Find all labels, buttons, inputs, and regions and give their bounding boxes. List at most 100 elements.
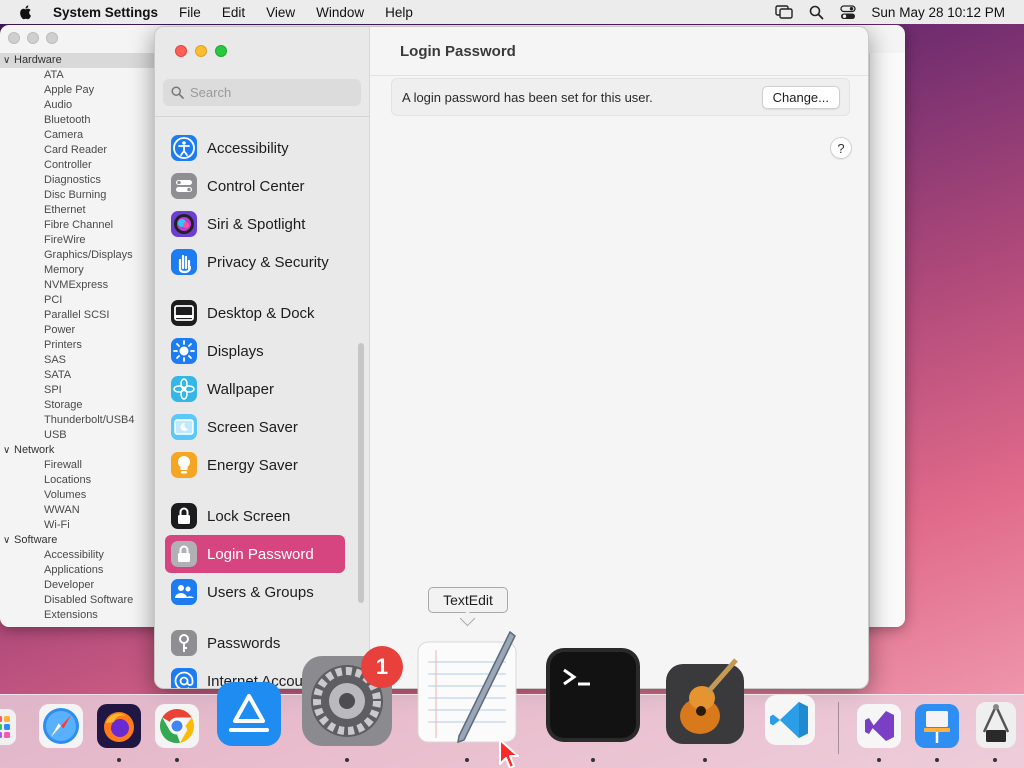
sysinfo-item[interactable]: Power xyxy=(0,323,155,338)
search-input[interactable] xyxy=(190,85,350,100)
sysinfo-item[interactable]: Disabled Software xyxy=(0,593,155,608)
sidebar-item-wallpaper[interactable]: Wallpaper xyxy=(165,370,345,408)
sidebar-item-users-groups[interactable]: Users & Groups xyxy=(165,573,345,611)
sysinfo-category-hardware[interactable]: ∨ Hardware xyxy=(0,53,155,68)
sysinfo-item[interactable]: Parallel SCSI xyxy=(0,308,155,323)
vscode-icon xyxy=(765,695,815,745)
sysinfo-item[interactable]: ATA xyxy=(0,68,155,83)
sysinfo-item[interactable]: Developer xyxy=(0,578,155,593)
sidebar-item-control-center[interactable]: Control Center xyxy=(165,167,345,205)
dock-app-firefox[interactable] xyxy=(96,703,142,749)
dock-app-terminal[interactable] xyxy=(544,646,642,744)
sysinfo-item[interactable]: Memory xyxy=(0,263,155,278)
sysinfo-item[interactable]: Applications xyxy=(0,563,155,578)
sysinfo-item[interactable]: Firewall xyxy=(0,458,155,473)
running-indicator-system-information xyxy=(993,758,997,762)
sysinfo-item[interactable]: Controller xyxy=(0,158,155,173)
screen-mirroring-icon[interactable] xyxy=(775,3,794,21)
sysinfo-item[interactable]: Printers xyxy=(0,338,155,353)
dock-app-textedit[interactable] xyxy=(414,630,520,746)
sidebar-item-screen-saver[interactable]: Screen Saver xyxy=(165,408,345,446)
sysinfo-item[interactable]: Storage xyxy=(0,398,155,413)
sysinfo-item[interactable]: Bluetooth xyxy=(0,113,155,128)
dock-app-system-information[interactable] xyxy=(972,700,1020,750)
change-password-button[interactable]: Change... xyxy=(761,85,840,109)
sidebar-item-siri-spotlight[interactable]: Siri & Spotlight xyxy=(165,205,345,243)
sysinfo-category-label: Hardware xyxy=(14,54,62,66)
key-icon xyxy=(171,630,197,656)
sysinfo-item[interactable]: Accessibility xyxy=(0,548,155,563)
menu-help[interactable]: Help xyxy=(385,5,413,20)
sidebar-item-energy-saver[interactable]: Energy Saver xyxy=(165,446,345,484)
sysinfo-item[interactable]: FireWire xyxy=(0,233,155,248)
sysinfo-item[interactable]: USB xyxy=(0,428,155,443)
menu-clock[interactable]: Sun May 28 10:12 PM xyxy=(871,5,1005,20)
sysinfo-item[interactable]: Audio xyxy=(0,98,155,113)
sysinfo-category-tree: ∨ Hardware ATA Apple Pay Audio Bluetooth Camer… xyxy=(0,53,155,623)
chevron-down-icon[interactable]: ∨ xyxy=(3,443,10,458)
sidebar-item-accessibility[interactable]: Accessibility xyxy=(165,129,345,167)
dock-app-vscode[interactable] xyxy=(764,694,816,746)
sysinfo-item[interactable]: Thunderbolt/USB4 xyxy=(0,413,155,428)
dock-app-chrome[interactable] xyxy=(154,703,200,749)
help-button[interactable]: ? xyxy=(830,137,852,159)
sysinfo-item[interactable]: Ethernet xyxy=(0,203,155,218)
sidebar-item-displays[interactable]: Displays xyxy=(165,332,345,370)
sysinfo-item[interactable]: Camera xyxy=(0,128,155,143)
dock-app-keynote[interactable] xyxy=(914,703,960,749)
menu-view[interactable]: View xyxy=(266,5,295,20)
garageband-icon xyxy=(666,658,744,744)
search-field[interactable] xyxy=(163,79,361,106)
sidebar-scrollbar[interactable] xyxy=(358,343,364,603)
sidebar-item-login-password[interactable]: Login Password xyxy=(165,535,345,573)
sysinfo-item[interactable]: WWAN xyxy=(0,503,155,518)
sysinfo-item[interactable]: Fibre Channel xyxy=(0,218,155,233)
spotlight-search-icon[interactable] xyxy=(807,3,825,21)
sidebar-item-privacy-security[interactable]: Privacy & Security xyxy=(165,243,345,281)
sysinfo-category-software[interactable]: ∨ Software xyxy=(0,533,155,548)
dock-app-app-store[interactable] xyxy=(214,680,284,748)
sysinfo-close-button[interactable] xyxy=(8,32,20,44)
sysinfo-item[interactable]: SPI xyxy=(0,383,155,398)
menu-edit[interactable]: Edit xyxy=(222,5,245,20)
sysinfo-item[interactable]: Graphics/Displays xyxy=(0,248,155,263)
zoom-button[interactable] xyxy=(215,45,227,57)
menu-window[interactable]: Window xyxy=(316,5,364,20)
menu-file[interactable]: File xyxy=(179,5,201,20)
sysinfo-item[interactable]: Locations xyxy=(0,473,155,488)
sysinfo-item[interactable]: SAS xyxy=(0,353,155,368)
dock-app-visual-studio[interactable] xyxy=(856,703,902,749)
sysinfo-item[interactable]: Extensions xyxy=(0,608,155,623)
sysinfo-minimize-button[interactable] xyxy=(27,32,39,44)
sysinfo-item[interactable]: NVMExpress xyxy=(0,278,155,293)
dock-icon xyxy=(171,300,197,326)
sysinfo-item[interactable]: Apple Pay xyxy=(0,83,155,98)
sysinfo-item[interactable]: Disc Burning xyxy=(0,188,155,203)
running-indicator-textedit xyxy=(465,758,469,762)
chevron-down-icon[interactable]: ∨ xyxy=(3,53,10,68)
sun-icon xyxy=(171,338,197,364)
chevron-down-icon[interactable]: ∨ xyxy=(3,533,10,548)
sysinfo-item[interactable]: PCI xyxy=(0,293,155,308)
sidebar-item-lock-screen[interactable]: Lock Screen xyxy=(165,497,345,535)
lock-icon xyxy=(171,503,197,529)
minimize-button[interactable] xyxy=(195,45,207,57)
dock-app-safari[interactable] xyxy=(38,703,84,749)
screen-saver-icon xyxy=(171,414,197,440)
sysinfo-zoom-button[interactable] xyxy=(46,32,58,44)
flower-icon xyxy=(171,376,197,402)
sysinfo-item[interactable]: Wi-Fi xyxy=(0,518,155,533)
sysinfo-item[interactable]: SATA xyxy=(0,368,155,383)
sidebar-item-desktop-dock[interactable]: Desktop & Dock xyxy=(165,294,345,332)
safari-icon xyxy=(39,704,83,748)
dock-app-launchpad[interactable] xyxy=(0,706,20,748)
close-button[interactable] xyxy=(175,45,187,57)
menu-app-name[interactable]: System Settings xyxy=(53,5,158,20)
sysinfo-category-network[interactable]: ∨ Network xyxy=(0,443,155,458)
sysinfo-item[interactable]: Volumes xyxy=(0,488,155,503)
sysinfo-item[interactable]: Card Reader xyxy=(0,143,155,158)
sysinfo-item[interactable]: Diagnostics xyxy=(0,173,155,188)
dock-app-garageband[interactable] xyxy=(664,656,748,746)
apple-menu-icon[interactable] xyxy=(18,4,34,20)
control-center-icon[interactable] xyxy=(839,3,857,21)
